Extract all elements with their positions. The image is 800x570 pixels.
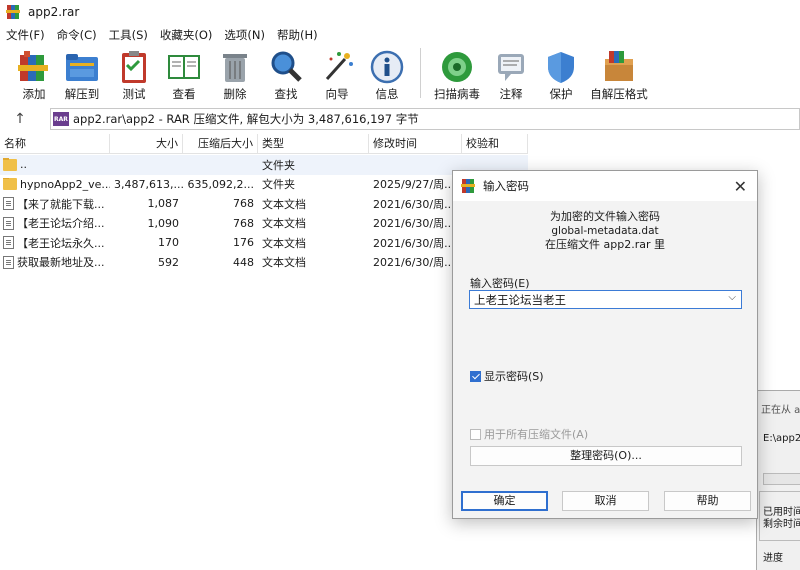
checkbox-checked-icon[interactable] <box>470 370 481 382</box>
title-bar: app2.rar <box>0 0 800 24</box>
scan-virus-button[interactable]: 扫描病毒 <box>429 46 485 104</box>
test-button[interactable]: 测试 <box>110 46 158 104</box>
column-name[interactable]: 名称 <box>0 134 110 154</box>
password-value: 上老王论坛当老王 <box>474 292 566 307</box>
shield-icon <box>543 49 579 85</box>
progress-label: 进度 <box>763 553 783 564</box>
column-type[interactable]: 类型 <box>258 134 369 154</box>
close-icon[interactable]: ✕ <box>734 177 747 196</box>
column-crc[interactable]: 校验和 <box>462 134 528 154</box>
magnifier-icon <box>268 49 304 85</box>
wizard-button[interactable]: 向导 <box>312 46 362 104</box>
delete-button[interactable]: 删除 <box>210 46 260 104</box>
folder-extract-icon <box>64 49 100 85</box>
table-row[interactable]: 获取最新地址及... 592 448 文本文档 2021/6/30/周... <box>0 253 528 273</box>
up-arrow-icon[interactable]: ↑ <box>0 111 40 127</box>
help-button[interactable]: 帮助 <box>664 491 751 511</box>
dialog-message: 为加密的文件输入密码 global-metadata.dat 在压缩文件 app… <box>545 210 665 251</box>
password-input[interactable]: 上老王论坛当老王 ⌵ <box>469 290 742 309</box>
path-text: app2.rar\app2 - RAR 压缩文件, 解包大小为 3,487,61… <box>73 112 419 126</box>
path-field[interactable]: RAR app2.rar\app2 - RAR 压缩文件, 解包大小为 3,48… <box>50 108 800 130</box>
clipboard-check-icon <box>116 49 152 85</box>
column-size[interactable]: 大小 <box>110 134 183 154</box>
table-row[interactable]: 【来了就能下载... 1,087 768 文本文档 2021/6/30/周... <box>0 194 528 214</box>
find-button[interactable]: 查找 <box>260 46 312 104</box>
menu-tools[interactable]: 工具(S) <box>103 27 154 43</box>
menu-options[interactable]: 选项(N) <box>218 27 271 43</box>
cancel-button[interactable]: 取消 <box>562 491 649 511</box>
sfx-button[interactable]: 自解压格式 <box>585 46 653 104</box>
toolbar: 添加 解压到 测试 查看 删除 查找 向导 信息 扫描病毒 注释 保护 自解压格… <box>0 46 800 104</box>
extract-to-button[interactable]: 解压到 <box>54 46 110 104</box>
remaining-time-label: 剩余时间 <box>763 519 800 530</box>
column-packed[interactable]: 压缩后大小 <box>183 134 258 154</box>
path-bar: ↑ RAR app2.rar\app2 - RAR 压缩文件, 解包大小为 3,… <box>0 106 800 132</box>
sfx-box-icon <box>601 49 637 85</box>
extract-progress-window: 正在从 app2 E:\app2. 已用时间 剩余时间 进度 <box>756 390 800 570</box>
table-row[interactable]: 【老王论坛介绍... 1,090 768 文本文档 2021/6/30/周... <box>0 214 528 234</box>
virus-scan-icon <box>439 49 475 85</box>
progress-window-title: 正在从 app2 <box>761 405 800 416</box>
toolbar-separator <box>420 48 421 98</box>
winrar-icon <box>461 179 475 193</box>
comment-icon <box>493 49 529 85</box>
menu-favorites[interactable]: 收藏夹(O) <box>154 27 219 43</box>
table-row[interactable]: 【老王论坛永久... 170 176 文本文档 2021/6/30/周... <box>0 233 528 253</box>
open-book-icon <box>166 49 202 85</box>
manage-passwords-button[interactable]: 整理密码(O)... <box>470 446 742 466</box>
file-list: .. 文件夹 hypnoApp2_ve... 3,487,613,... 635… <box>0 155 528 272</box>
comment-button[interactable]: 注释 <box>485 46 537 104</box>
password-label: 输入密码(E) <box>470 277 530 290</box>
use-for-all-checkbox[interactable]: 用于所有压缩文件(A) <box>470 426 588 442</box>
winrar-icon <box>6 4 22 20</box>
progress-bar <box>763 473 800 485</box>
text-file-icon <box>3 255 14 269</box>
menu-command[interactable]: 命令(C) <box>51 27 103 43</box>
progress-window-path: E:\app2. <box>763 433 800 444</box>
books-add-icon <box>16 49 52 85</box>
menu-help[interactable]: 帮助(H) <box>271 27 324 43</box>
table-row[interactable]: hypnoApp2_ve... 3,487,613,... 635,092,2.… <box>0 175 528 195</box>
table-row[interactable]: .. 文件夹 <box>0 155 528 175</box>
rar-archive-icon: RAR <box>53 112 69 126</box>
magic-wand-icon <box>319 49 355 85</box>
view-button[interactable]: 查看 <box>158 46 210 104</box>
text-file-icon <box>3 197 14 211</box>
ok-button[interactable]: 确定 <box>461 491 548 511</box>
text-file-icon <box>3 236 14 250</box>
folder-icon <box>3 158 17 171</box>
info-icon <box>369 49 405 85</box>
text-file-icon <box>3 216 14 230</box>
menu-bar: 文件(F) 命令(C) 工具(S) 收藏夹(O) 选项(N) 帮助(H) <box>0 24 800 46</box>
menu-file[interactable]: 文件(F) <box>0 27 51 43</box>
add-button[interactable]: 添加 <box>14 46 54 104</box>
chevron-down-icon[interactable]: ⌵ <box>728 292 736 303</box>
show-password-checkbox[interactable]: 显示密码(S) <box>470 368 544 384</box>
protect-button[interactable]: 保护 <box>537 46 585 104</box>
column-modified[interactable]: 修改时间 <box>369 134 462 154</box>
checkbox-icon[interactable] <box>470 428 481 440</box>
folder-icon <box>3 177 17 191</box>
window-title: app2.rar <box>28 5 80 19</box>
password-dialog: 输入密码 ✕ 为加密的文件输入密码 global-metadata.dat 在压… <box>452 170 758 519</box>
dialog-title-bar: 输入密码 ✕ <box>453 171 757 201</box>
info-button[interactable]: 信息 <box>362 46 412 104</box>
dialog-title: 输入密码 <box>483 179 529 193</box>
file-list-header: 名称 大小 压缩后大小 类型 修改时间 校验和 <box>0 134 528 154</box>
trash-bin-icon <box>217 49 253 85</box>
